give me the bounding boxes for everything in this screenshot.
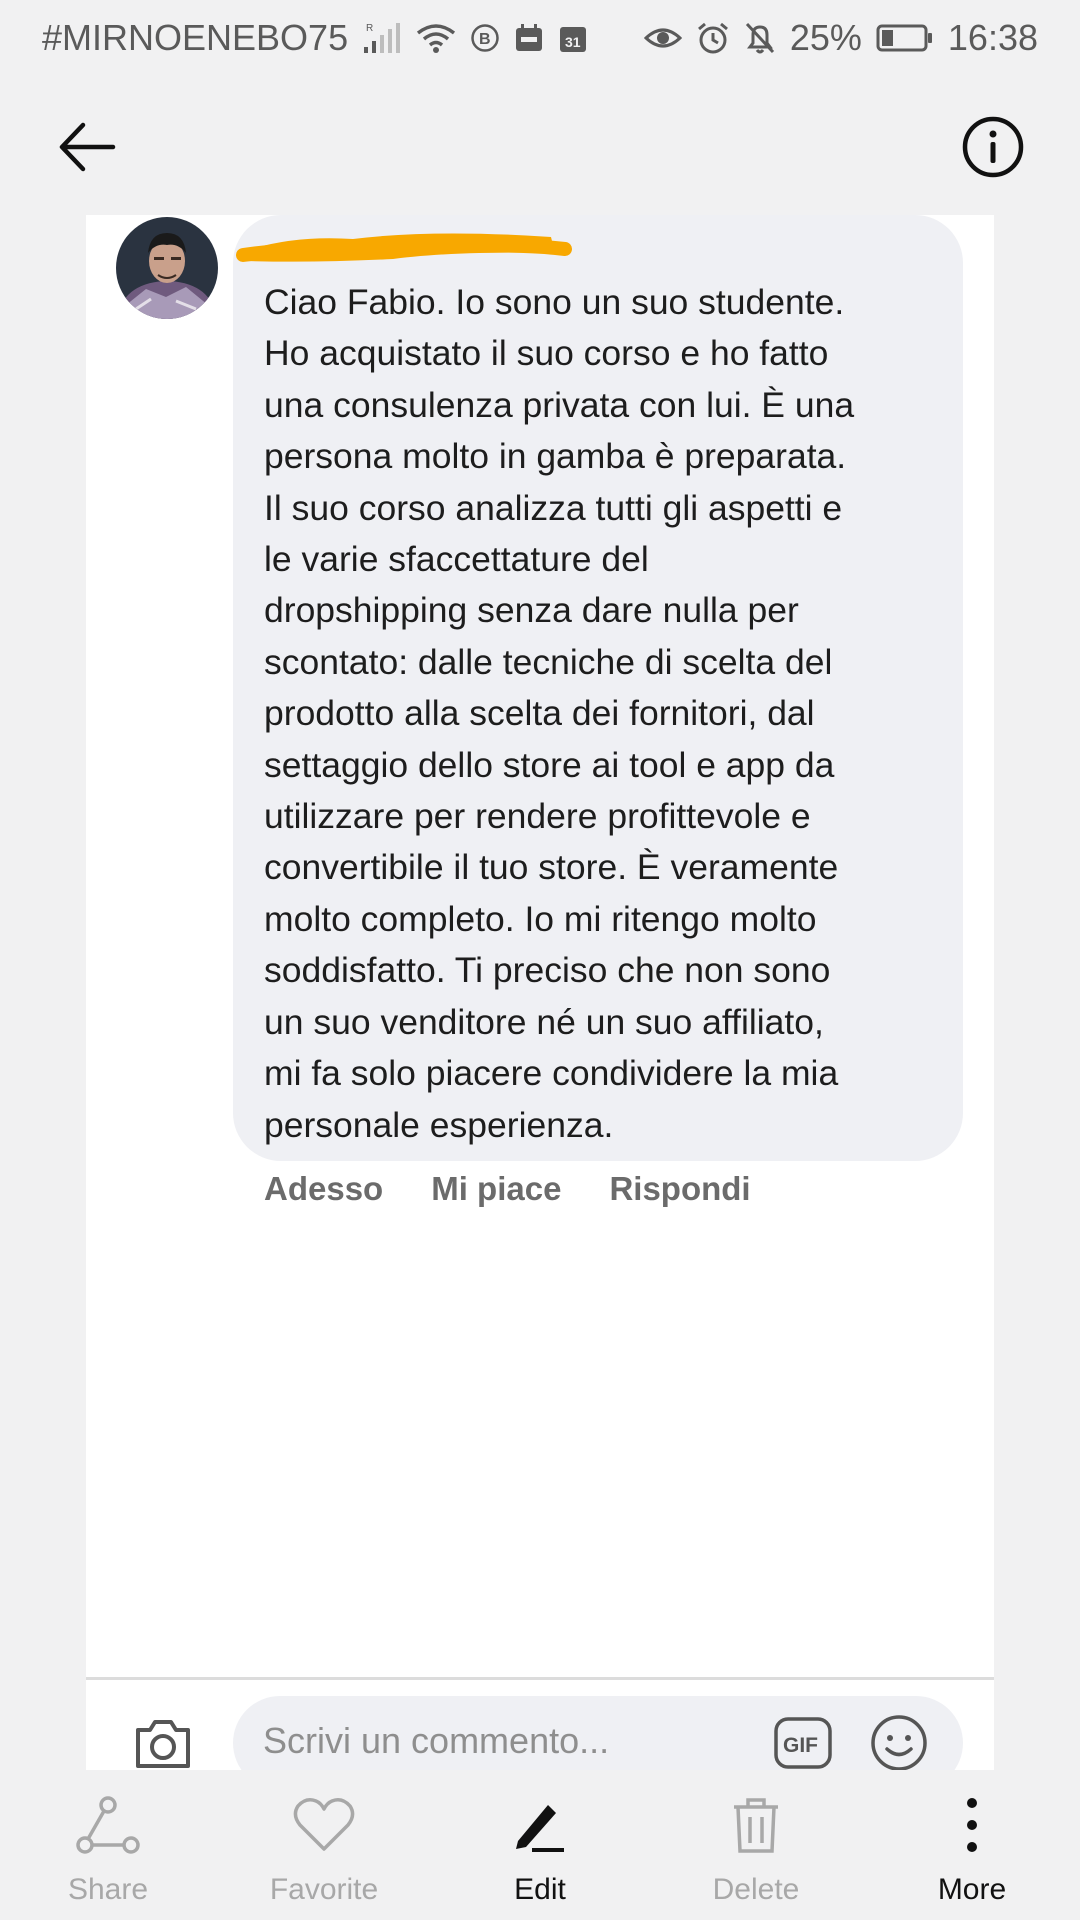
battery-percent: 25% (789, 17, 862, 58)
battery-icon (876, 23, 934, 53)
carrier-name: #MIRNOENEBO75 (42, 17, 349, 58)
svg-text:31: 31 (565, 34, 581, 50)
edit-label: Edit (514, 1873, 566, 1906)
share-button[interactable]: Share (0, 1770, 216, 1920)
svg-text:B: B (479, 31, 491, 48)
more-vertical-icon (967, 1798, 977, 1852)
info-button[interactable] (958, 112, 1028, 182)
comment-input-placeholder: Scrivi un commento... (263, 1720, 610, 1761)
svg-text:R: R (366, 23, 373, 34)
bluetooth-badge-icon: B (470, 23, 500, 53)
back-button[interactable] (52, 112, 122, 182)
clock: 16:38 (947, 17, 1038, 58)
calendar-box-icon (514, 23, 544, 53)
calendar-date-icon: 31 (558, 23, 588, 53)
svg-text:GIF: GIF (783, 1734, 818, 1757)
gif-icon: GIF (774, 1717, 832, 1769)
more-label: More (937, 1873, 1007, 1906)
heart-icon (293, 1798, 355, 1851)
bottom-toolbar: Share Favorite Edit Delete More (0, 1770, 1080, 1920)
divider (86, 1677, 994, 1680)
alarm-icon (696, 21, 730, 55)
top-bar (0, 90, 1080, 200)
eye-icon (643, 23, 682, 53)
camera-button[interactable] (132, 1712, 194, 1774)
like-button[interactable]: Mi piace (431, 1170, 561, 1208)
emoji-button[interactable] (869, 1713, 929, 1773)
comment-actions: Adesso Mi piace Rispondi (264, 1170, 751, 1208)
arrow-left-icon (59, 122, 116, 172)
info-icon (962, 116, 1024, 178)
more-button[interactable]: More (864, 1770, 1080, 1920)
delete-button[interactable]: Delete (648, 1770, 864, 1920)
gif-button[interactable]: GIF (773, 1713, 833, 1773)
status-bar: #MIRNOENEBO75 R B 31 25% 16:38 (0, 0, 1080, 76)
pencil-icon (516, 1805, 564, 1852)
bell-off-icon (744, 21, 776, 55)
share-label: Share (67, 1873, 149, 1906)
delete-label: Delete (712, 1873, 800, 1906)
signal-icon: R (362, 21, 402, 55)
favorite-button[interactable]: Favorite (216, 1770, 432, 1920)
trash-icon (734, 1798, 778, 1853)
comment-text: Ciao Fabio. Io sono un suo studente. Ho … (264, 282, 855, 1145)
reply-button[interactable]: Rispondi (609, 1170, 750, 1208)
redacted-author-name (236, 233, 572, 262)
wifi-icon (416, 21, 456, 55)
share-icon (76, 1796, 140, 1854)
avatar[interactable] (116, 217, 218, 319)
edit-button[interactable]: Edit (432, 1770, 648, 1920)
smiley-icon (871, 1715, 927, 1771)
comment-panel: Ciao Fabio. Io sono un suo studente. Ho … (86, 215, 994, 1790)
comment-timestamp: Adesso (264, 1170, 384, 1207)
favorite-label: Favorite (269, 1873, 379, 1906)
comment-bubble: Ciao Fabio. Io sono un suo studente. Ho … (233, 215, 963, 1161)
camera-icon (136, 1720, 190, 1768)
